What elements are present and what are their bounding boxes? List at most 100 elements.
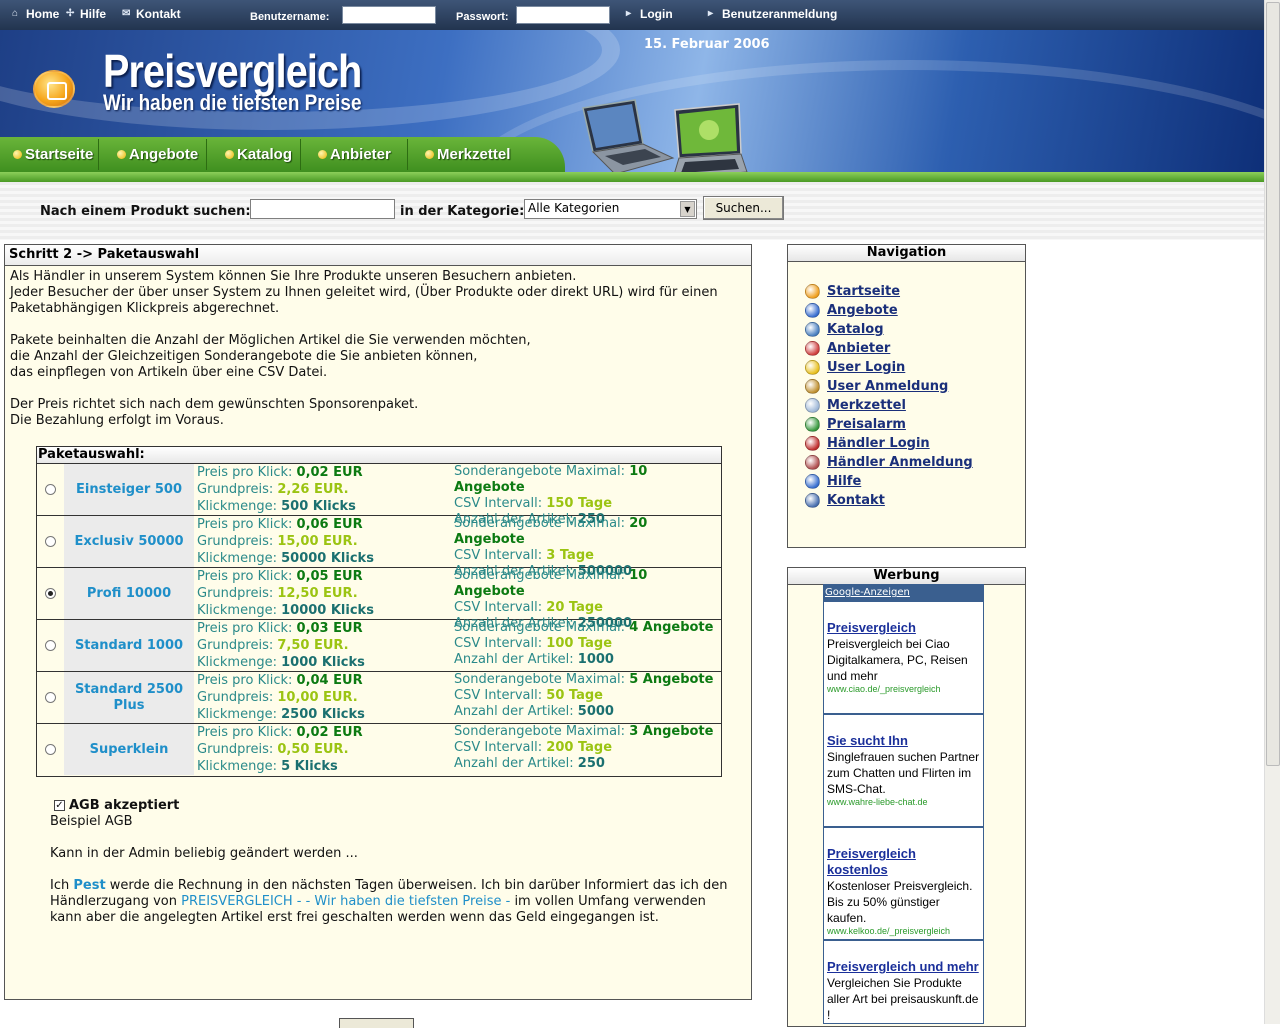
nav-angebote[interactable]: Angebote [117, 146, 198, 163]
nav-merkzettel[interactable]: Merkzettel [425, 146, 510, 163]
vertical-scrollbar[interactable] [1264, 0, 1280, 1024]
home-link[interactable]: ⌂ Home [12, 7, 59, 21]
package-pricing: Preis pro Klick: 0,03 EUR Grundpreis: 7,5… [197, 621, 365, 670]
terms-section: ✓ AGB akzeptiert Beispiel AGB Kann in der… [50, 798, 740, 942]
ad-url[interactable]: www.ciao.de/_preisvergleich [827, 684, 980, 694]
sidebar-nav-item[interactable]: Händler Anmeldung [805, 453, 973, 472]
nav-item-icon [805, 379, 820, 394]
bullet-icon [225, 150, 234, 159]
main-navigation: Startseite Angebote Katalog Anbieter Mer… [0, 137, 565, 172]
google-ads: Google-Anzeigen Preisvergleich Preisvergl… [823, 584, 984, 1024]
sidebar-nav-item[interactable]: Katalog [805, 320, 973, 339]
ad-body: Kostenloser Preisvergleich. Bis zu 50% g… [827, 879, 973, 925]
username-input[interactable] [342, 6, 436, 24]
search-input[interactable] [250, 199, 395, 219]
nav-item-icon [805, 455, 820, 470]
arrow-right-icon: ▸ [626, 8, 632, 19]
nav-item-icon [805, 303, 820, 318]
nav-divider [407, 139, 408, 170]
submit-button[interactable] [339, 1018, 414, 1028]
package-row[interactable]: Superklein Preis pro Klick: 0,02 EUR Grund… [37, 724, 721, 776]
green-stripe [0, 172, 1264, 182]
package-row[interactable]: Einsteiger 500 Preis pro Klick: 0,02 EUR G… [37, 464, 721, 527]
sidebar-nav-link[interactable]: Angebote [827, 303, 898, 318]
ad-title[interactable]: Preisvergleich und mehr [827, 959, 980, 975]
ad-body: Vergleichen Sie Produkte aller Art bei p… [827, 976, 979, 1022]
help-link[interactable]: ✢ Hilfe [66, 7, 106, 21]
bullet-icon [13, 150, 22, 159]
ads-title: Werbung [788, 568, 1025, 585]
sidebar-nav-item[interactable]: User Login [805, 358, 973, 377]
ad-title[interactable]: Preisvergleich kostenlos [827, 846, 980, 878]
search-button[interactable]: Suchen... [703, 196, 784, 220]
contact-link[interactable]: ✉ Kontakt [122, 7, 181, 21]
ad-item: Preisvergleich kostenlos Kostenloser Prei… [824, 828, 983, 941]
sidebar-nav-item[interactable]: Hilfe [805, 472, 973, 491]
sidebar-nav-item[interactable]: Kontakt [805, 491, 973, 510]
ad-title[interactable]: Sie sucht Ihn [827, 733, 980, 749]
package-row[interactable]: Profi 10000 Preis pro Klick: 0,05 EUR Grun… [37, 568, 721, 631]
search-label: Nach einem Produkt suchen: [40, 204, 251, 219]
sidebar-nav-item[interactable]: Startseite [805, 282, 973, 301]
sidebar-nav-item[interactable]: User Anmeldung [805, 377, 973, 396]
site-subtitle: Wir haben die tiefsten Preise [103, 90, 362, 115]
mail-icon: ✉ [122, 8, 131, 19]
nav-divider [206, 139, 207, 170]
package-radio[interactable] [45, 692, 56, 703]
package-row[interactable]: Standard 1000 Preis pro Klick: 0,03 EUR Gr… [37, 620, 721, 672]
package-radio[interactable] [45, 744, 56, 755]
sidebar-nav-item[interactable]: Preisalarm [805, 415, 973, 434]
sidebar-nav-link[interactable]: Händler Login [827, 436, 930, 451]
user-name: Pest [73, 878, 106, 893]
sidebar-nav-link[interactable]: Anbieter [827, 341, 890, 356]
agb-checkbox[interactable]: ✓ [54, 800, 65, 811]
nav-startseite[interactable]: Startseite [13, 146, 93, 163]
package-features: Sonderangebote Maximal: 5 Angebote CSV In… [454, 672, 714, 719]
ad-item: Sie sucht Ihn Singlefrauen suchen Partner… [824, 715, 983, 828]
sidebar-nav-link[interactable]: Preisalarm [827, 417, 906, 432]
sidebar-nav-item[interactable]: Angebote [805, 301, 973, 320]
nav-katalog[interactable]: Katalog [225, 146, 292, 163]
sidebar-nav-item[interactable]: Merkzettel [805, 396, 973, 415]
package-radio[interactable] [45, 536, 56, 547]
package-row[interactable]: Standard 2500 Plus Preis pro Klick: 0,04 … [37, 672, 721, 724]
sidebar-nav-link[interactable]: Händler Anmeldung [827, 455, 973, 470]
nav-item-icon [805, 284, 820, 299]
package-pricing: Preis pro Klick: 0,05 EUR Grundpreis: 12,… [197, 569, 374, 618]
package-selection-panel: Schritt 2 -> Paketauswahl Als Händler in… [4, 244, 752, 1000]
sidebar-nav-item[interactable]: Händler Login [805, 434, 973, 453]
category-select[interactable]: Alle Kategorien ▼ [524, 199, 697, 219]
ad-item: Preisvergleich und mehr Vergleichen Sie P… [824, 941, 983, 1023]
package-radio[interactable] [45, 484, 56, 495]
package-table-title: Paketauswahl: [37, 447, 721, 464]
agb-note: Kann in der Admin beliebig geändert werd… [50, 846, 358, 861]
login-link[interactable]: ▸ Login [626, 7, 673, 21]
sidebar-nav-link[interactable]: Hilfe [827, 474, 861, 489]
ad-url[interactable]: www.kelkoo.de/_preisvergleich [827, 926, 980, 936]
package-radio[interactable] [45, 588, 56, 599]
ad-title[interactable]: Preisvergleich [827, 620, 980, 636]
sidebar-nav-link[interactable]: User Anmeldung [827, 379, 948, 394]
nav-anbieter[interactable]: Anbieter [318, 146, 391, 163]
package-radio[interactable] [45, 640, 56, 651]
sidebar-nav-link[interactable]: Katalog [827, 322, 884, 337]
package-pricing: Preis pro Klick: 0,04 EUR Grundpreis: 10,… [197, 673, 365, 722]
ads-header[interactable]: Google-Anzeigen [824, 585, 983, 602]
sidebar-nav-link[interactable]: Startseite [827, 284, 900, 299]
nav-item-icon [805, 493, 820, 508]
package-table: Paketauswahl: Einsteiger 500 Preis pro Kl… [36, 446, 722, 777]
register-link[interactable]: ▸ Benutzeranmeldung [708, 7, 837, 21]
package-name: Standard 1000 [64, 620, 194, 671]
sidebar-nav-link[interactable]: User Login [827, 360, 905, 375]
help-icon: ✢ [66, 8, 75, 19]
password-input[interactable] [516, 6, 610, 24]
sidebar-nav-item[interactable]: Anbieter [805, 339, 973, 358]
ad-url[interactable]: www.wahre-liebe-chat.de [827, 797, 980, 807]
ad-body: Preisvergleich bei Ciao Digitalkamera, P… [827, 637, 968, 683]
package-pricing: Preis pro Klick: 0,06 EUR Grundpreis: 15,… [197, 517, 374, 566]
scrollbar-thumb[interactable] [1266, 2, 1280, 766]
package-row[interactable]: Exclusiv 50000 Preis pro Klick: 0,06 EUR G… [37, 516, 721, 579]
sidebar-nav-link[interactable]: Kontakt [827, 493, 885, 508]
package-name: Profi 10000 [64, 568, 194, 619]
sidebar-nav-link[interactable]: Merkzettel [827, 398, 906, 413]
